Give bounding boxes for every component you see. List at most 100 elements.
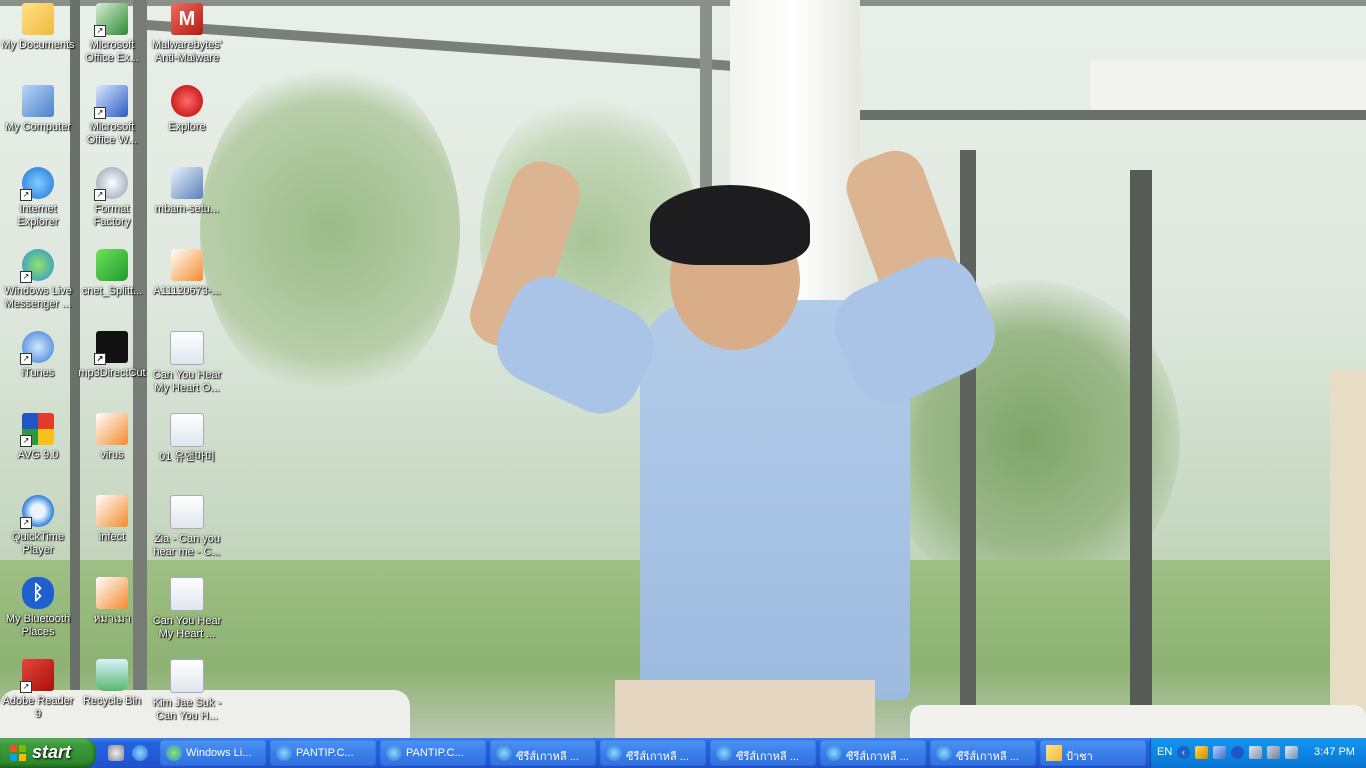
itunes-icon: ↗ (20, 331, 54, 365)
desktop-icon-mbam-setup[interactable]: mbam-setu... (149, 167, 225, 247)
task-korean-series-5[interactable]: ซีรีส์เกาหลี ... (930, 740, 1036, 766)
desktop-icon-my-documents[interactable]: My Documents (0, 3, 76, 83)
device-icon[interactable] (1285, 746, 1298, 759)
desktop-icon-quicktime[interactable]: ↗ QuickTime Player (0, 495, 76, 575)
internet-explorer-icon (496, 745, 512, 761)
shortcut-arrow-icon: ↗ (20, 435, 32, 447)
installer-icon (171, 167, 203, 199)
desktop-icon-malwarebytes[interactable]: M Malwarebytes' Anti-Malware (149, 3, 225, 83)
shortcut-arrow-icon: ↗ (20, 353, 32, 365)
wallpaper-tree (200, 60, 460, 400)
desktop-icon-cnet-splitter[interactable]: cnet_Splitt... (74, 249, 150, 329)
shortcut-arrow-icon: ↗ (20, 517, 32, 529)
mp3-file-icon (170, 413, 204, 447)
desktop-icon-mp3directcut[interactable]: ↗ mp3DirectCut (74, 331, 150, 411)
shortcut-arrow-icon: ↗ (94, 189, 106, 201)
task-korean-series-3[interactable]: ซีรีส์เกาหลี ... (710, 740, 816, 766)
clock[interactable]: 3:47 PM (1314, 746, 1355, 758)
internet-explorer-icon (826, 745, 842, 761)
desktop-icon-explore[interactable]: Explore (149, 85, 225, 165)
messenger-icon (166, 745, 182, 761)
shortcut-arrow-icon: ↗ (20, 189, 32, 201)
desktop-icon-thai-file[interactable]: หมาเมา (74, 577, 150, 657)
internet-explorer-icon: ↗ (20, 167, 54, 201)
desktop-wallpaper: My Documents My Computer ↗ Internet Expl… (0, 0, 1366, 738)
network-icon[interactable] (1213, 746, 1226, 759)
taskbar: start Windows Li... PANTIP.C... PANTIP.C… (0, 738, 1366, 768)
excel-icon: ↗ (94, 3, 128, 37)
desktop-icon-recycle-bin[interactable]: Recycle Bin (74, 659, 150, 738)
wallpaper-frame (960, 150, 976, 738)
desktop-icon-mp3-file[interactable]: Can You Hear My Heart O... (149, 331, 225, 411)
quick-launch-show-desktop-icon[interactable] (108, 745, 124, 761)
desktop-icon-windows-live-messenger[interactable]: ↗ Windows Live Messenger ... (0, 249, 76, 329)
wallpaper-cabinet (1330, 370, 1366, 730)
desktop-icon-mp3-file[interactable]: 01 유앤마미 (149, 413, 225, 493)
shortcut-arrow-icon: ↗ (94, 25, 106, 37)
display-icon[interactable] (1267, 746, 1280, 759)
mp3-file-icon (170, 577, 204, 611)
task-pantip-1[interactable]: PANTIP.C... (270, 740, 376, 766)
shortcut-arrow-icon: ↗ (94, 353, 106, 365)
format-factory-icon: ↗ (94, 167, 128, 201)
desktop-icon-my-bluetooth-places[interactable]: ᛒ My Bluetooth Places (0, 577, 76, 657)
desktop-icon-mp3-file[interactable]: Kim Jae Suk - Can You H... (149, 659, 225, 738)
desktop-icon-itunes[interactable]: ↗ iTunes (0, 331, 76, 411)
language-indicator[interactable]: EN (1157, 746, 1172, 758)
shortcut-arrow-icon: ↗ (20, 271, 32, 283)
avg-icon: ↗ (20, 413, 54, 447)
mp3directcut-icon: ↗ (94, 331, 128, 365)
task-windows-live[interactable]: Windows Li... (160, 740, 266, 766)
tray-expand-icon[interactable]: ‹ (1177, 746, 1190, 759)
desktop-icon-avg[interactable]: ↗ AVG 9.0 (0, 413, 76, 493)
task-korean-series-2[interactable]: ซีรีส์เกาหลี ... (600, 740, 706, 766)
wallpaper-frame (147, 20, 730, 71)
presentation-file-icon (96, 577, 128, 609)
desktop-icon-mp3-file[interactable]: Can You Hear My Heart ... (149, 577, 225, 657)
folder-icon (1046, 745, 1062, 761)
volume-icon[interactable] (1249, 746, 1262, 759)
desktop-icon-microsoft-excel[interactable]: ↗ Microsoft Office Ex... (74, 3, 150, 83)
internet-explorer-icon (936, 745, 952, 761)
malwarebytes-icon: M (171, 3, 203, 35)
computer-icon (22, 85, 54, 117)
bluetooth-icon: ᛒ (22, 577, 54, 609)
internet-explorer-icon (276, 745, 292, 761)
wallpaper-person-hair (650, 185, 810, 265)
desktop-icon-microsoft-word[interactable]: ↗ Microsoft Office W... (74, 85, 150, 165)
desktop-icon-infect[interactable]: infect (74, 495, 150, 575)
start-button[interactable]: start (0, 738, 96, 768)
security-shield-icon[interactable] (1195, 746, 1208, 759)
desktop-icon-internet-explorer[interactable]: ↗ Internet Explorer (0, 167, 76, 247)
task-pantip-2[interactable]: PANTIP.C... (380, 740, 486, 766)
mp3-file-icon (170, 495, 204, 529)
wallpaper-person-pants (615, 680, 875, 738)
desktop-icon-adobe-reader[interactable]: ↗ Adobe Reader 9 (0, 659, 76, 738)
shortcut-arrow-icon: ↗ (20, 681, 32, 693)
wallpaper-ceiling (1090, 60, 1366, 110)
adobe-reader-icon: ↗ (20, 659, 54, 693)
quicktime-icon: ↗ (20, 495, 54, 529)
windows-logo-icon (10, 745, 26, 761)
desktop-icon-a11120673[interactable]: A11120673-... (149, 249, 225, 329)
bluetooth-tray-icon[interactable] (1231, 746, 1244, 759)
recycle-bin-icon (96, 659, 128, 691)
system-tray: EN ‹ 3:47 PM (1150, 738, 1366, 768)
internet-explorer-icon (606, 745, 622, 761)
desktop-icon-virus[interactable]: virus (74, 413, 150, 493)
word-icon: ↗ (94, 85, 128, 119)
internet-explorer-icon (386, 745, 402, 761)
task-korean-series-1[interactable]: ซีรีส์เกาหลี ... (490, 740, 596, 766)
shortcut-arrow-icon: ↗ (94, 107, 106, 119)
folder-icon (22, 3, 54, 35)
quick-launch-internet-explorer-icon[interactable] (132, 745, 148, 761)
task-korean-series-4[interactable]: ซีรีส์เกาหลี ... (820, 740, 926, 766)
cnet-icon (96, 249, 128, 281)
messenger-icon: ↗ (20, 249, 54, 283)
task-folder[interactable]: ป้าชา (1040, 740, 1146, 766)
desktop-icon-mp3-file[interactable]: Zia - Can you hear me - C... (149, 495, 225, 575)
desktop-icon-my-computer[interactable]: My Computer (0, 85, 76, 165)
wallpaper-frame (1130, 170, 1152, 738)
presentation-file-icon (96, 413, 128, 445)
desktop-icon-format-factory[interactable]: ↗ Format Factory (74, 167, 150, 247)
